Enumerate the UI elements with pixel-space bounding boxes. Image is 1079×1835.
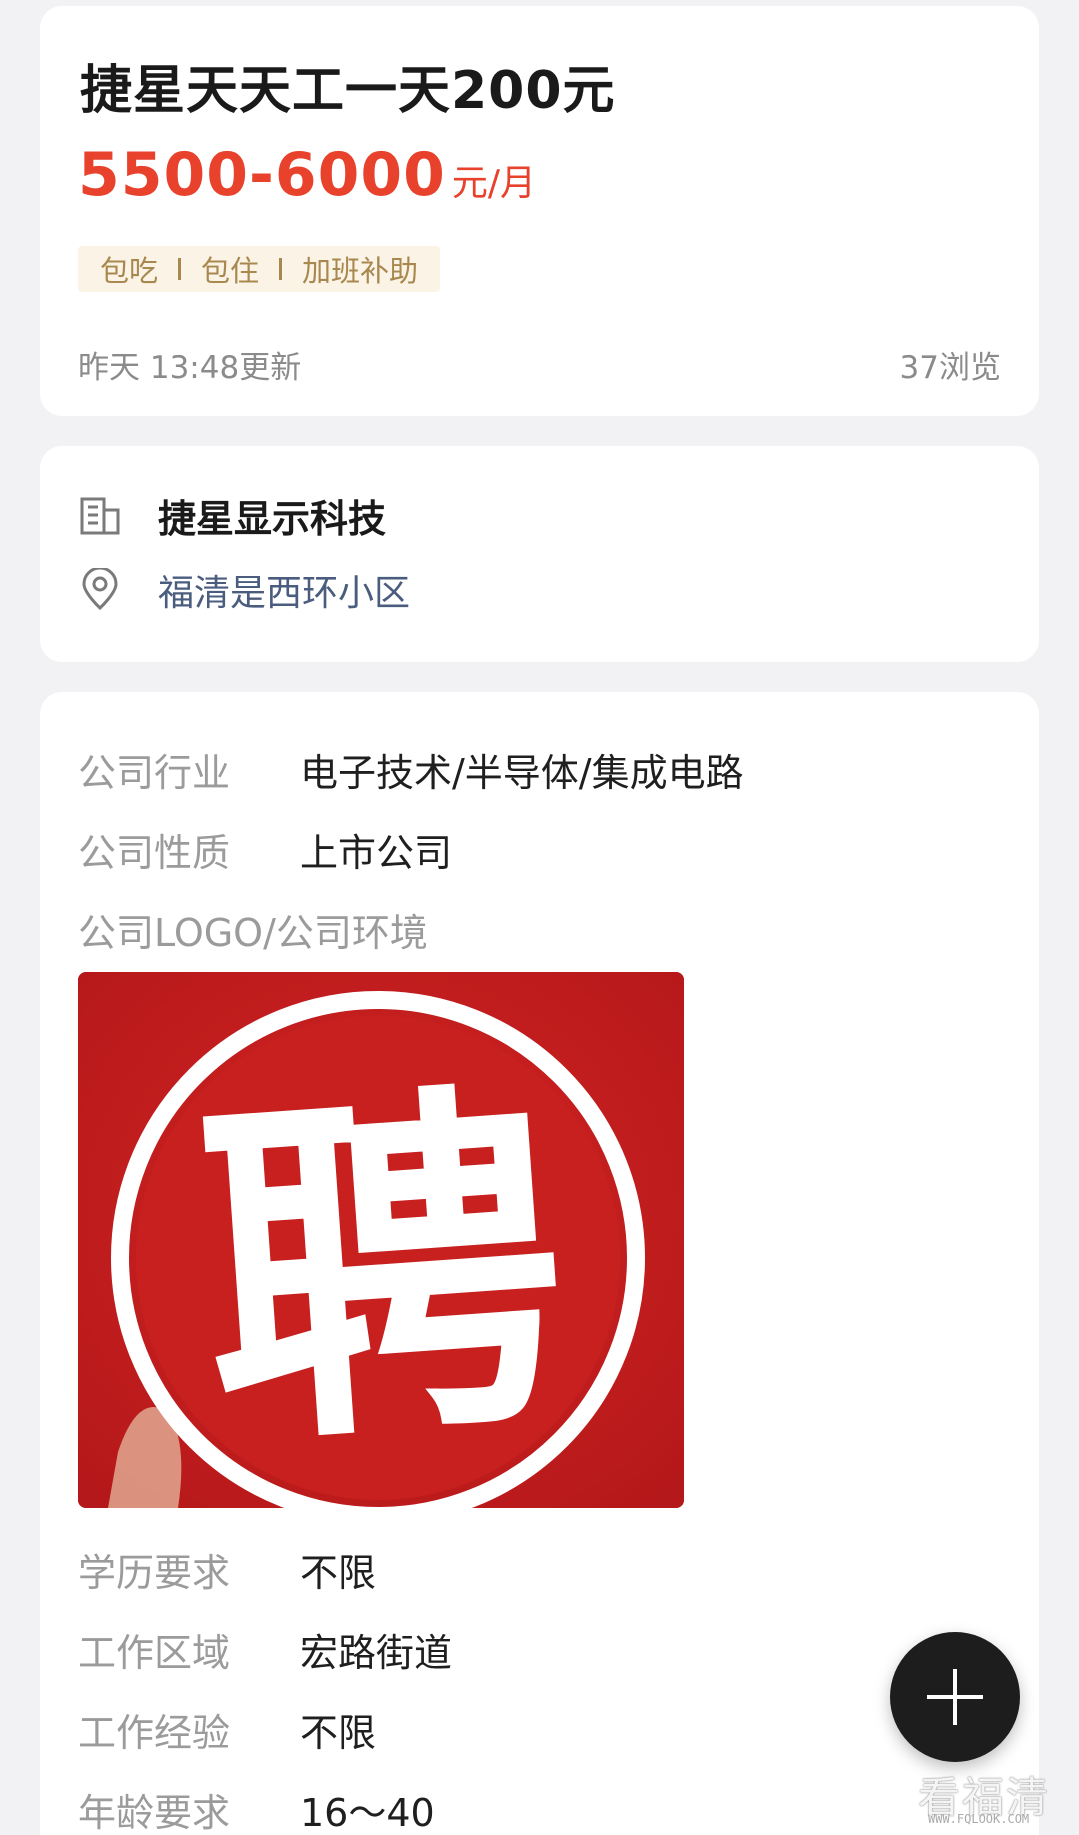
company-name[interactable]: 捷星显示科技 — [158, 488, 386, 543]
info-label: 公司行业 — [78, 751, 231, 795]
job-summary-card: 捷星天天工一天200元 5500-6000 元/月 包吃 包住 加班补助 昨天 … — [40, 6, 1039, 416]
building-icon — [80, 497, 120, 534]
perk-divider — [279, 258, 283, 280]
view-count: 37浏览 — [899, 350, 1001, 386]
company-logo-image[interactable]: 聘 — [78, 972, 684, 1508]
perk-tag: 包吃 — [100, 254, 159, 288]
job-title: 捷星天天工一天200元 — [80, 61, 616, 121]
info-row-nature: 公司性质 上市公司 — [78, 822, 452, 877]
logo-section-label: 公司LOGO/公司环境 — [78, 911, 428, 955]
company-address[interactable]: 福清是西环小区 — [158, 564, 410, 616]
info-value: 不限 — [300, 1711, 377, 1755]
info-value: 上市公司 — [300, 831, 453, 875]
salary-unit: 元/月 — [451, 163, 537, 204]
logo-character: 聘 — [188, 1046, 578, 1494]
info-row-area: 工作区域 宏路街道 — [78, 1622, 452, 1677]
watermark-site: WWW.FQLOOK.COM — [928, 1812, 1030, 1826]
updated-time: 昨天 13:48更新 — [78, 350, 302, 386]
info-row-experience: 工作经验 不限 — [78, 1702, 376, 1757]
info-label: 公司性质 — [78, 831, 231, 875]
info-row-industry: 公司行业 电子技术/半导体/集成电路 — [78, 742, 744, 797]
company-name-row[interactable]: 捷星显示科技 — [78, 488, 386, 543]
info-label: 工作经验 — [78, 1711, 231, 1755]
info-label: 工作区域 — [78, 1631, 231, 1675]
salary-value: 5500-6000 — [78, 140, 446, 210]
info-label: 年龄要求 — [78, 1791, 231, 1835]
perk-tag: 包住 — [201, 254, 260, 288]
info-label: 学历要求 — [78, 1551, 231, 1595]
meta-row: 昨天 13:48更新 37浏览 — [78, 342, 1001, 387]
add-fab-button[interactable] — [890, 1632, 1020, 1762]
address-row[interactable]: 福清是西环小区 — [78, 564, 410, 616]
company-card[interactable]: 捷星显示科技 福清是西环小区 — [40, 446, 1039, 662]
info-value: 宏路街道 — [300, 1631, 453, 1675]
salary-row: 5500-6000 元/月 — [78, 140, 536, 210]
info-value: 电子技术/半导体/集成电路 — [300, 751, 744, 795]
info-row-age: 年龄要求 16～40 — [78, 1782, 435, 1835]
info-row-education: 学历要求 不限 — [78, 1542, 376, 1597]
info-value: 不限 — [300, 1551, 377, 1595]
info-value: 16～40 — [300, 1791, 435, 1835]
job-detail-page: 捷星天天工一天200元 5500-6000 元/月 包吃 包住 加班补助 昨天 … — [0, 0, 1079, 1835]
plus-icon — [927, 1669, 983, 1725]
company-details-card: 公司行业 电子技术/半导体/集成电路 公司性质 上市公司 公司LOGO/公司环境 — [40, 692, 1039, 1835]
perk-tags: 包吃 包住 加班补助 — [78, 246, 441, 292]
perk-tag: 加班补助 — [302, 254, 419, 288]
location-pin-icon — [82, 568, 118, 611]
perk-divider — [178, 258, 182, 280]
